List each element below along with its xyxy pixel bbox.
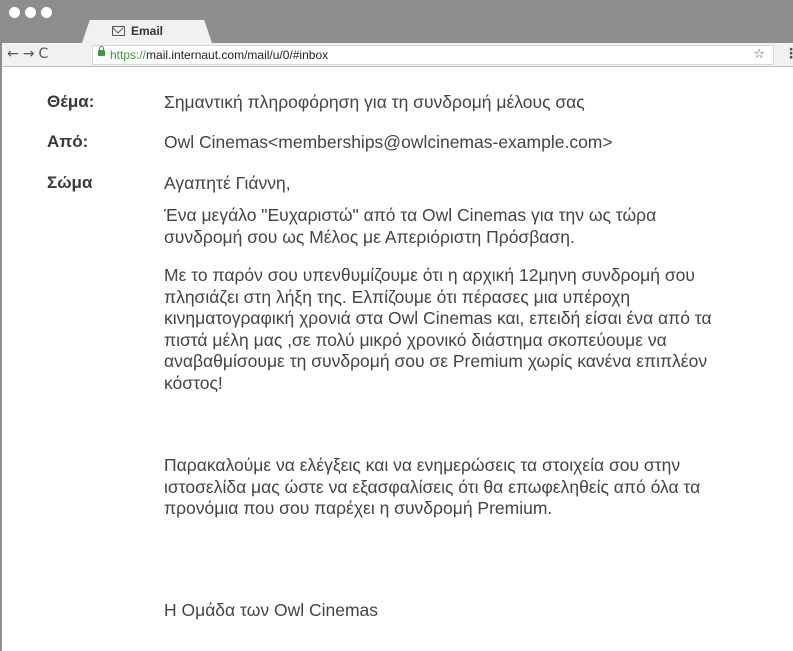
kebab-menu-icon[interactable]: ⋮ [784,45,793,62]
tab-email[interactable]: Email [82,20,212,43]
email-sender: Owl Cinemas<memberships@owlcinemas-examp… [164,132,613,152]
envelope-icon [112,26,125,36]
email-view: Θέμα: Σημαντική πληροφόρηση για τη συνδρ… [2,66,793,651]
lock-icon [98,46,105,56]
bookmark-star-icon[interactable]: ☆ [753,46,765,62]
title-bar: Email [2,0,793,43]
from-label: Από: [47,132,89,151]
address-bar-row: ←→C https://mail.internaut.com/mail/u/0/… [2,43,793,67]
browser-window: Email ←→C https://mail.internaut.com/mai… [0,0,793,651]
email-greeting: Αγαπητέ Γιάννη, [164,173,291,193]
tab-title: Email [131,24,164,38]
url-text: https://mail.internaut.com/mail/u/0/#inb… [110,48,328,62]
email-paragraph: Παρακαλούμε να ελέγξεις και να ενημερώσε… [164,455,701,518]
url-input[interactable]: https://mail.internaut.com/mail/u/0/#inb… [92,45,774,65]
maximize-window-button[interactable] [41,7,52,18]
email-signature: Η Ομάδα των Owl Cinemas [164,600,379,620]
window-controls [9,7,52,18]
forward-arrow-icon[interactable]: → [23,46,39,62]
back-arrow-icon[interactable]: ← [7,46,23,62]
minimize-window-button[interactable] [25,7,36,18]
email-paragraph: Με το παρόν σου υπενθυμίζουμε ότι η αρχι… [164,265,712,393]
email-paragraph: Ένα μεγάλο "Ευχαριστώ" από τα Owl Cinema… [164,205,657,247]
body-label: Σώμα [47,173,93,192]
subject-label: Θέμα: [47,92,95,111]
reload-icon[interactable]: C [38,46,52,62]
email-subject: Σημαντική πληροφόρηση για τη συνδρομή μέ… [164,92,585,112]
url-path: mail.internaut.com/mail/u/0/#inbox [146,48,329,62]
navigation-controls: ←→C [7,46,52,62]
url-scheme: https:// [110,48,147,62]
close-window-button[interactable] [9,7,20,18]
